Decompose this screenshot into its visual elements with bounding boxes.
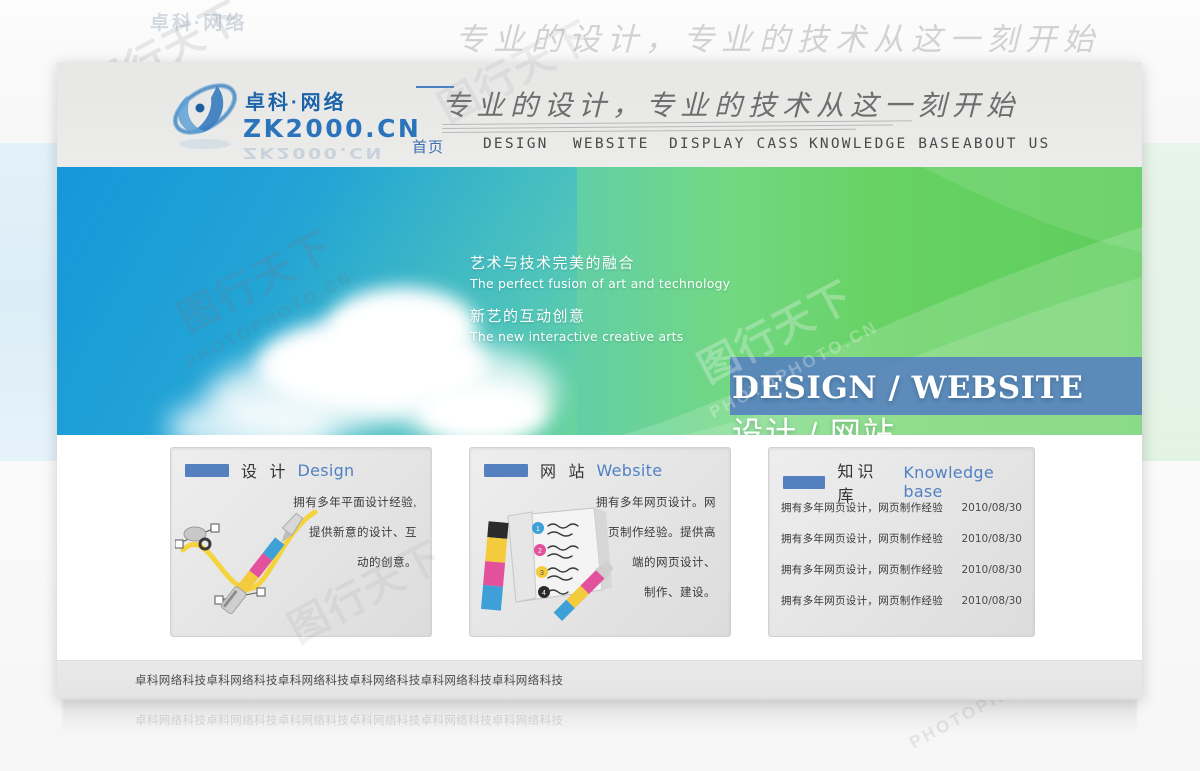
card-design-line: 拥有多年平面设计经验,: [293, 497, 417, 509]
list-item[interactable]: 拥有多年网页设计，网页制作经验 2010/08/30: [779, 554, 1024, 585]
main-navigation[interactable]: 首页 DESIGN WEBSITE DISPLAY CASS KNOWLEDGE BAS…: [57, 134, 1142, 167]
card-design-line: 动的创意。: [357, 557, 417, 569]
card-accent-bar-icon: [484, 463, 528, 477]
card-website[interactable]: 网 站 Website 1 2 3 4 拥有多年网页设计。网 页制作经验。提供高…: [469, 447, 731, 637]
header-slogan: 专业的设计，专业的技术从这一刻开始: [442, 89, 1021, 122]
nav-item-design[interactable]: DESIGN: [483, 136, 549, 152]
kb-item-date: 2010/08/30: [961, 563, 1022, 576]
svg-text:4: 4: [542, 590, 546, 597]
card-website-line: 页制作经验。提供高: [608, 527, 716, 539]
site-header: 卓科·网络 ZK2000.CN ZK2000.CN 专业的设计，专业的技术从这一…: [57, 62, 1142, 167]
kb-item-title: 拥有多年网页设计，网页制作经验: [781, 502, 943, 514]
banner-left-copy: 艺术与技术完美的融合 The perfect fusion of art and…: [470, 252, 780, 358]
card-website-line: 制作、建设。: [644, 587, 716, 599]
svg-text:1: 1: [536, 526, 540, 533]
page-background-green: [1140, 143, 1200, 461]
nav-item-website[interactable]: WEBSITE: [573, 136, 650, 152]
card-knowledge-base[interactable]: 知识库 Knowledge base 拥有多年网页设计，网页制作经验 2010/…: [768, 447, 1035, 637]
banner-line2-cn: 新艺的互动创意: [470, 308, 586, 325]
cloud-shape: [417, 382, 547, 435]
site-footer: 卓科网络科技卓科网络科技卓科网络科技卓科网络科技卓科网络科技卓科网络科技: [57, 660, 1142, 700]
kb-item-date: 2010/08/30: [961, 501, 1022, 514]
ghost-logo-text: 卓科·网络: [150, 13, 248, 34]
nav-item-knowledge-base[interactable]: KNOWLEDGE BASE: [809, 136, 962, 152]
svg-text:3: 3: [540, 570, 544, 577]
banner-right-copy: DESIGN / WEBSITE 设计 / 网站: [732, 370, 1132, 435]
card-accent-bar-icon: [185, 463, 229, 477]
kb-item-date: 2010/08/30: [961, 594, 1022, 607]
list-item[interactable]: 拥有多年网页设计，网页制作经验 2010/08/30: [779, 492, 1024, 523]
card-website-body: 拥有多年网页设计。网 页制作经验。提供高 端的网页设计、 制作、建设。: [584, 490, 716, 610]
nav-item-首页[interactable]: 首页: [412, 136, 444, 157]
logo-text-cn: 卓科·网络: [245, 92, 347, 114]
card-design[interactable]: 设 计 Design 拥有多年平面设计经验, 提供新意的设计、互 动的创意。: [170, 447, 432, 637]
card-design-body: 拥有多年平面设计经验, 提供新意的设计、互 动的创意。: [285, 490, 417, 580]
ghost-slogan-text: 专业的设计，专业的技术从这一刻开始: [455, 22, 1101, 58]
card-design-title-en: Design: [297, 460, 355, 480]
card-website-title-cn: 网 站: [540, 464, 589, 481]
nav-active-underline: [416, 86, 454, 88]
card-website-line: 拥有多年网页设计。网: [596, 497, 716, 509]
card-design-line: 提供新意的设计、互: [309, 527, 417, 539]
kb-item-title: 拥有多年网页设计，网页制作经验: [781, 564, 943, 576]
card-website-line: 端的网页设计、: [632, 557, 716, 569]
nav-item-about-us[interactable]: ABOUT US: [963, 136, 1050, 152]
footer-reflection-text: 卓科网络科技卓科网络科技卓科网络科技卓科网络科技卓科网络科技卓科网络科技: [135, 715, 564, 727]
banner-title-en: DESIGN / WEBSITE: [732, 370, 1084, 406]
list-item[interactable]: 拥有多年网页设计，网页制作经验 2010/08/30: [779, 585, 1024, 616]
banner-line2-en: The new interactive creative arts: [470, 329, 684, 344]
banner-line1-cn: 艺术与技术完美的融合: [470, 255, 636, 272]
feature-cards: 设 计 Design 拥有多年平面设计经验, 提供新意的设计、互 动的创意。 网…: [57, 435, 1142, 660]
card-design-title-cn: 设 计: [241, 464, 290, 481]
hero-banner: 艺术与技术完美的融合 The perfect fusion of art and…: [57, 167, 1142, 435]
card-website-title-en: Website: [596, 460, 663, 480]
card-design-header: 设 计 Design: [185, 458, 355, 482]
banner-title-cn: 设计 / 网站: [732, 416, 896, 435]
card-website-header: 网 站 Website: [484, 458, 662, 482]
footer-text: 卓科网络科技卓科网络科技卓科网络科技卓科网络科技卓科网络科技卓科网络科技: [135, 675, 564, 687]
list-item[interactable]: 拥有多年网页设计，网页制作经验 2010/08/30: [779, 523, 1024, 554]
svg-text:2: 2: [538, 548, 542, 555]
card-accent-bar-icon: [783, 475, 826, 489]
knowledge-base-list: 拥有多年网页设计，网页制作经验 2010/08/30 拥有多年网页设计，网页制作…: [779, 492, 1024, 616]
kb-item-title: 拥有多年网页设计，网页制作经验: [781, 595, 943, 607]
kb-item-title: 拥有多年网页设计，网页制作经验: [781, 533, 943, 545]
kb-item-date: 2010/08/30: [961, 532, 1022, 545]
site-page: 卓科·网络 ZK2000.CN ZK2000.CN 专业的设计，专业的技术从这一…: [57, 62, 1142, 700]
nav-item-display-cass[interactable]: DISPLAY CASS: [669, 136, 800, 152]
banner-line1-en: The perfect fusion of art and technology: [470, 276, 731, 291]
